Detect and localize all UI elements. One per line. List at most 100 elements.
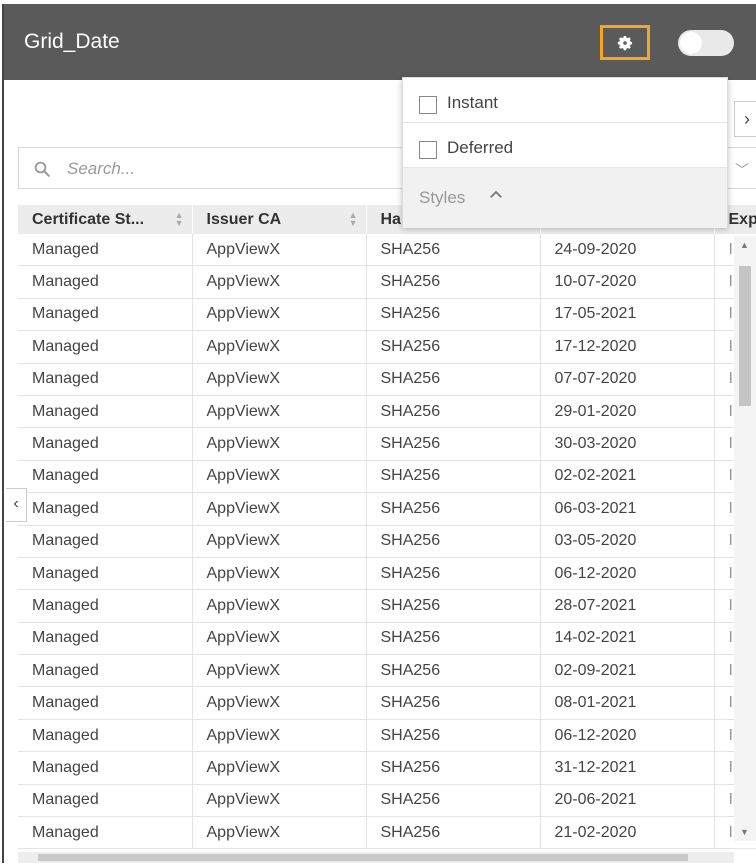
table-row[interactable]: Managed AppViewX SHA256 20-06-2021 I — [18, 784, 756, 818]
table-row[interactable]: Managed AppViewX SHA256 02-09-2021 I — [18, 654, 756, 688]
cell-issuer-ca: AppViewX — [192, 784, 367, 818]
table-row[interactable]: Managed AppViewX SHA256 03-05-2020 I — [18, 525, 756, 558]
cell-certificate-status: Managed — [18, 234, 193, 267]
table-row[interactable]: Managed AppViewX SHA256 17-05-2021 I — [18, 298, 756, 332]
cell-date: 07-07-2020 — [540, 363, 715, 396]
cell-issuer-ca: AppViewX — [192, 460, 367, 494]
cell-date: 30-03-2020 — [540, 427, 715, 461]
horizontal-scrollbar[interactable] — [18, 852, 734, 863]
checkbox[interactable] — [419, 96, 437, 114]
title-bar: Grid_Date — [4, 4, 756, 80]
column-header-label: Certificate St... — [32, 210, 145, 228]
settings-button[interactable] — [600, 25, 650, 60]
cell-certificate-status: Managed — [18, 492, 193, 526]
chevron-down-icon[interactable]: ﹀ — [735, 160, 749, 180]
cell-issuer-ca: AppViewX — [192, 589, 367, 623]
cell-certificate-status: Managed — [18, 298, 193, 332]
scroll-down-icon[interactable]: ▼ — [740, 827, 749, 837]
option-label: Deferred — [447, 138, 514, 157]
cell-issuer-ca: AppViewX — [192, 816, 367, 850]
vertical-scrollbar[interactable]: ▲ ▼ — [734, 236, 756, 841]
cell-issuer-ca: AppViewX — [192, 525, 367, 558]
cell-hash: SHA256 — [366, 751, 541, 785]
cell-issuer-ca: AppViewX — [192, 686, 367, 720]
table-row[interactable]: Managed AppViewX SHA256 07-07-2020 I — [18, 363, 756, 396]
cell-hash: SHA256 — [366, 525, 541, 558]
table-row[interactable]: Managed AppViewX SHA256 17-12-2020 I — [18, 330, 756, 364]
table-row[interactable]: Managed AppViewX SHA256 02-02-2021 I — [18, 460, 756, 494]
cell-issuer-ca: AppViewX — [192, 395, 367, 429]
cell-certificate-status: Managed — [18, 784, 193, 818]
cell-hash: SHA256 — [366, 654, 541, 688]
table-row[interactable]: Managed AppViewX SHA256 29-01-2020 I — [18, 395, 756, 429]
cell-certificate-status: Managed — [18, 460, 193, 494]
cell-issuer-ca: AppViewX — [192, 557, 367, 591]
cell-hash: SHA256 — [366, 330, 541, 364]
table-row[interactable]: Managed AppViewX SHA256 28-07-2021 I — [18, 589, 756, 623]
scrollbar-thumb[interactable] — [38, 854, 688, 861]
cell-certificate-status: Managed — [18, 330, 193, 364]
table-row[interactable]: Managed AppViewX SHA256 21-02-2020 I — [18, 816, 756, 850]
table-row[interactable]: Managed AppViewX SHA256 08-01-2021 I — [18, 686, 756, 720]
cell-issuer-ca: AppViewX — [192, 654, 367, 688]
cell-certificate-status: Managed — [18, 719, 193, 753]
cell-date: 29-01-2020 — [540, 395, 715, 429]
cell-date: 02-02-2021 — [540, 460, 715, 494]
option-instant[interactable]: Instant — [403, 78, 727, 123]
cell-certificate-status: Managed — [18, 686, 193, 720]
gear-icon — [617, 35, 633, 50]
styles-section-toggle[interactable]: Styles — [403, 168, 727, 228]
collapse-panel-button[interactable]: ‹ — [6, 488, 27, 522]
sort-icon[interactable]: ▲ ▼ — [349, 211, 358, 228]
search-icon — [34, 161, 50, 177]
table-row[interactable]: Managed AppViewX SHA256 30-03-2020 I — [18, 427, 756, 461]
cell-hash: SHA256 — [366, 816, 541, 850]
view-toggle[interactable] — [678, 30, 734, 56]
cell-date: 06-03-2021 — [540, 492, 715, 526]
cell-date: 02-09-2021 — [540, 654, 715, 688]
cell-hash: SHA256 — [366, 298, 541, 332]
next-page-button[interactable]: › — [734, 101, 756, 137]
column-header-label: Issuer CA — [206, 210, 282, 228]
cell-issuer-ca: AppViewX — [192, 622, 367, 656]
column-header-certificate-status[interactable]: Certificate St... ▲ ▼ — [18, 205, 193, 234]
cell-date: 06-12-2020 — [540, 719, 715, 753]
table-row[interactable]: Managed AppViewX SHA256 06-12-2020 I — [18, 557, 756, 591]
cell-certificate-status: Managed — [18, 427, 193, 461]
cell-date: 31-12-2021 — [540, 751, 715, 785]
column-header-issuer-ca[interactable]: Issuer CA ▲ ▼ — [192, 205, 367, 234]
column-header-label: Exp — [728, 210, 756, 228]
cell-date: 03-05-2020 — [540, 525, 715, 558]
scroll-up-icon[interactable]: ▲ — [740, 240, 749, 250]
table-row[interactable]: Managed AppViewX SHA256 06-12-2020 I — [18, 719, 756, 753]
cell-date: 17-12-2020 — [540, 330, 715, 364]
chevron-up-icon — [490, 190, 502, 198]
search-input[interactable] — [65, 156, 369, 182]
table-row[interactable]: Managed AppViewX SHA256 10-07-2020 I — [18, 265, 756, 299]
settings-dropdown: Instant Deferred Styles — [402, 77, 728, 228]
cell-issuer-ca: AppViewX — [192, 492, 367, 526]
cell-hash: SHA256 — [366, 557, 541, 591]
checkbox[interactable] — [419, 141, 437, 159]
cell-certificate-status: Managed — [18, 363, 193, 396]
cell-issuer-ca: AppViewX — [192, 234, 367, 267]
cell-hash: SHA256 — [366, 492, 541, 526]
cell-hash: SHA256 — [366, 234, 541, 267]
cell-hash: SHA256 — [366, 427, 541, 461]
cell-certificate-status: Managed — [18, 751, 193, 785]
cell-date: 24-09-2020 — [540, 234, 715, 267]
cell-date: 17-05-2021 — [540, 298, 715, 332]
table-row[interactable]: Managed AppViewX SHA256 14-02-2021 I — [18, 622, 756, 656]
table-row[interactable]: Managed AppViewX SHA256 24-09-2020 I — [18, 234, 756, 267]
cell-certificate-status: Managed — [18, 525, 193, 558]
table-row[interactable]: Managed AppViewX SHA256 31-12-2021 I — [18, 751, 756, 785]
grid-body: Managed AppViewX SHA256 24-09-2020 I Managed A… — [18, 234, 756, 850]
sort-icon[interactable]: ▲ ▼ — [175, 211, 184, 228]
cell-certificate-status: Managed — [18, 557, 193, 591]
cell-certificate-status: Managed — [18, 622, 193, 656]
option-deferred[interactable]: Deferred — [403, 123, 727, 168]
scrollbar-thumb[interactable] — [739, 266, 751, 406]
cell-hash: SHA256 — [366, 460, 541, 494]
column-header-label: Ha — [380, 210, 401, 228]
table-row[interactable]: Managed AppViewX SHA256 06-03-2021 I — [18, 492, 756, 526]
